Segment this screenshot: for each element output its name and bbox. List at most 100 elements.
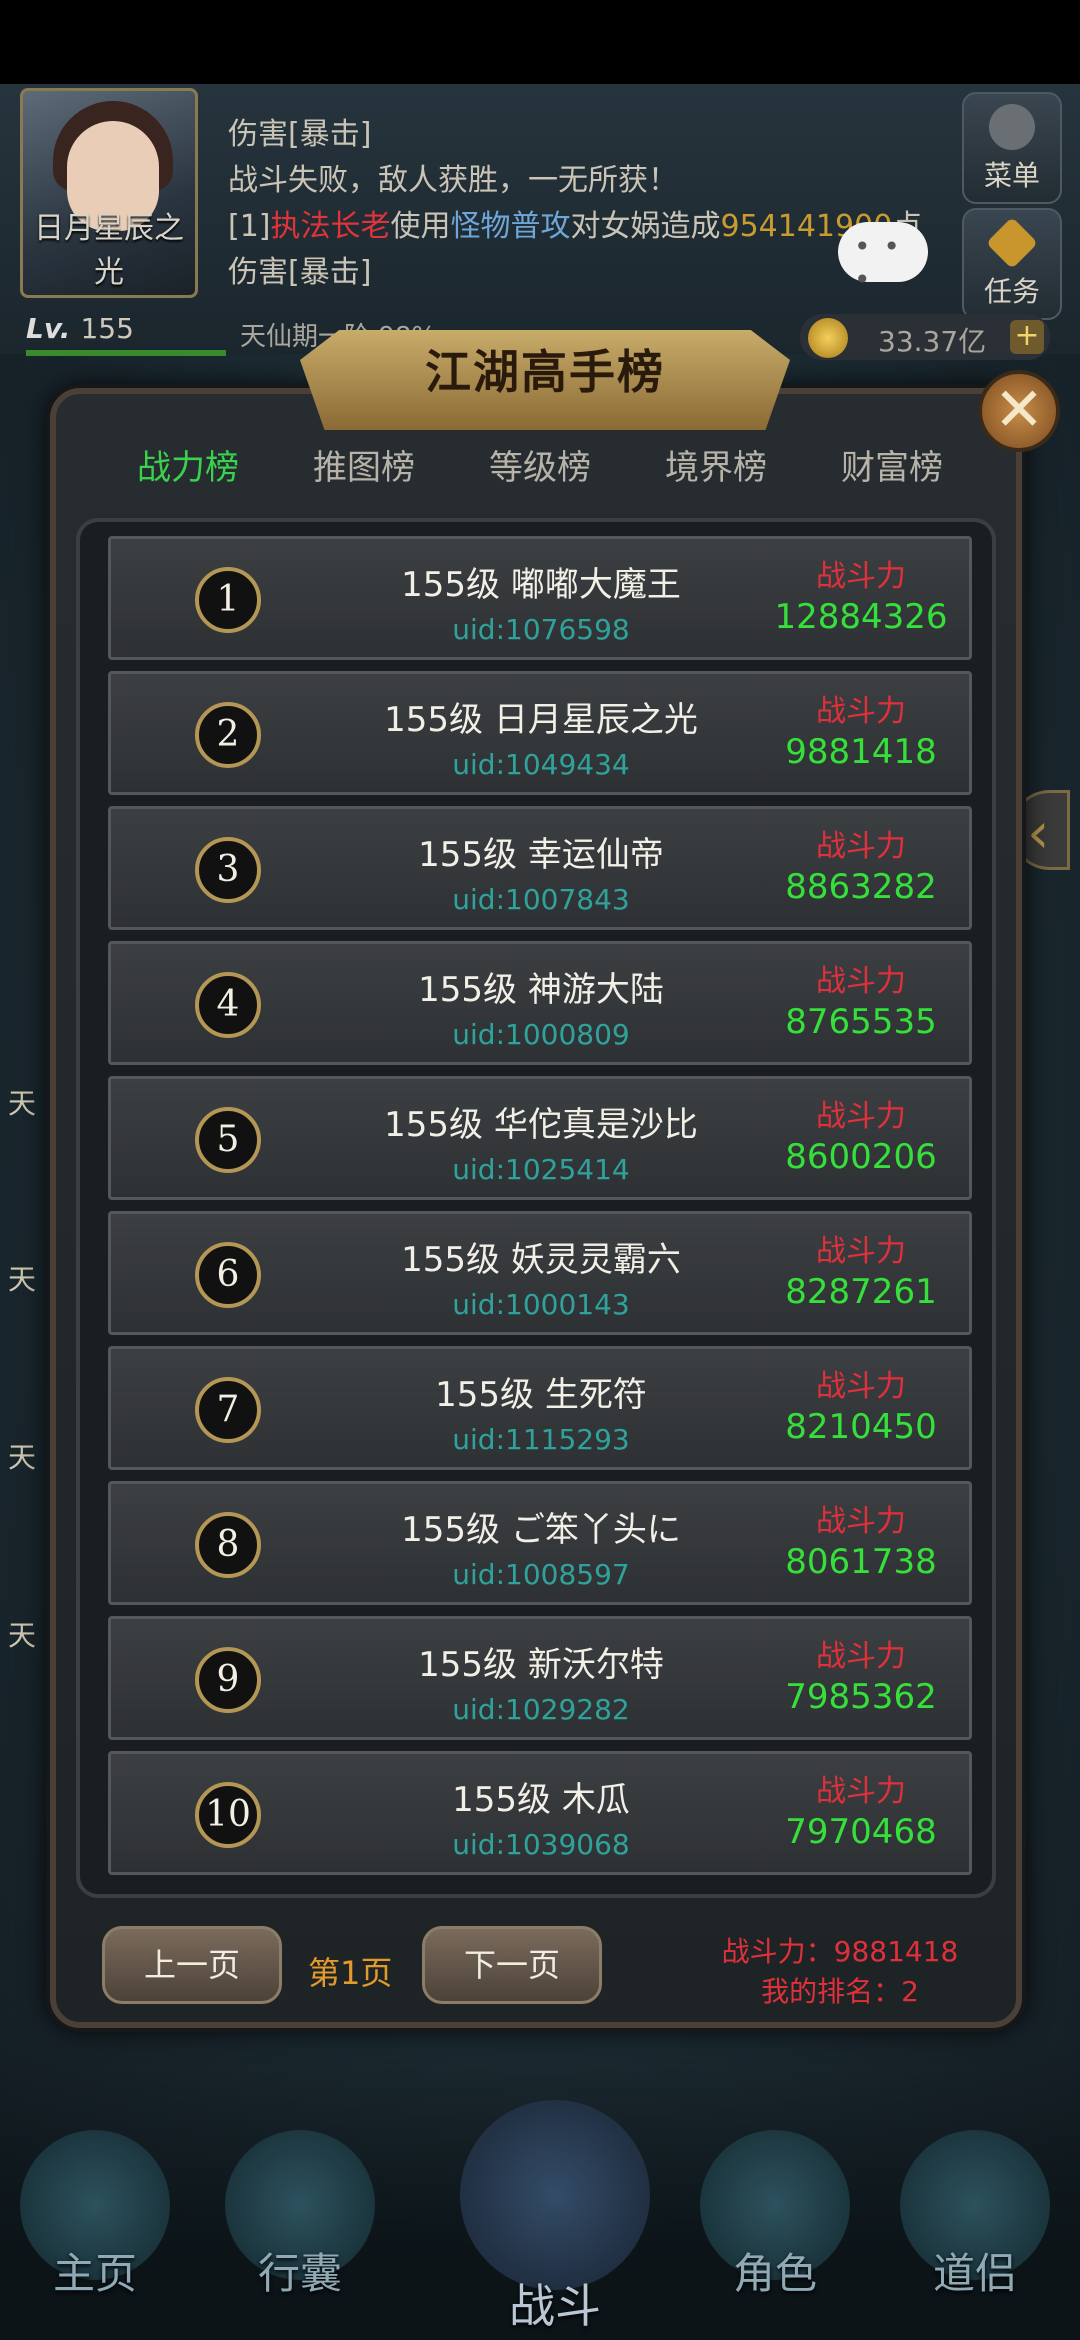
player-name-label: 155级 生死符: [435, 1375, 647, 1415]
page-indicator: 第1页: [308, 1954, 393, 1992]
player-name-label: 155级 幸运仙帝: [418, 835, 664, 875]
ranking-row[interactable]: 3 155级 幸运仙帝 uid:1007843 战斗力 8863282: [108, 806, 972, 930]
chat-actor: 执法长老: [270, 209, 391, 244]
power-label: 战斗力: [816, 1639, 906, 1674]
ranking-row[interactable]: 10 155级 木瓜 uid:1039068 战斗力 7970468: [108, 1751, 972, 1875]
battle-chat-log[interactable]: 伤害[暴击] 战斗失败，敌人获胜，一无所获！ [1]执法长老使用怪物普攻对女娲造…: [228, 112, 948, 296]
tab-wealth[interactable]: 财富榜: [804, 438, 980, 498]
power-label: 战斗力: [816, 829, 906, 864]
player-uid: uid:1076598: [452, 613, 630, 646]
ranking-row[interactable]: 2 155级 日月星辰之光 uid:1049434 战斗力 9881418: [108, 671, 972, 795]
menu-label: 菜单: [983, 159, 1040, 192]
ranking-row[interactable]: 7 155级 生死符 uid:1115293 战斗力 8210450: [108, 1346, 972, 1470]
close-button[interactable]: ✕: [978, 370, 1060, 452]
ranking-row[interactable]: 8 155级 ご笨丫头に uid:1008597 战斗力 8061738: [108, 1481, 972, 1605]
add-gold-button[interactable]: +: [1010, 320, 1044, 354]
rank-badge: 7: [195, 1377, 261, 1443]
chat-verb: 使用: [390, 209, 451, 244]
rank-badge: 4: [195, 972, 261, 1038]
player-uid: uid:1049434: [452, 748, 630, 781]
ranking-row[interactable]: 5 155级 华佗真是沙比 uid:1025414 战斗力 8600206: [108, 1076, 972, 1200]
rank-badge: 9: [195, 1647, 261, 1713]
level-exp-bar: [26, 350, 226, 356]
side-label-2: 天: [8, 1263, 37, 1296]
leaderboard-footer: 上一页 第1页 下一页 战斗力：9881418 我的排名：2: [100, 1920, 980, 2010]
tab-stage[interactable]: 推图榜: [276, 438, 452, 498]
menu-button[interactable]: 菜单: [962, 92, 1062, 204]
power-value: 8600206: [771, 1135, 951, 1183]
player-uid: uid:1029282: [452, 1693, 630, 1726]
bottom-nav: 主页 行囊 战斗 角色 道侣: [0, 2090, 1080, 2340]
my-power: 战斗力：9881418: [721, 1935, 959, 1968]
side-label-3: 天: [8, 1441, 37, 1474]
player-uid: uid:1007843: [452, 883, 630, 916]
prev-page-button[interactable]: 上一页: [102, 1926, 282, 2004]
player-name-label: 155级 ご笨丫头に: [401, 1510, 681, 1550]
ranking-row[interactable]: 9 155级 新沃尔特 uid:1029282 战斗力 7985362: [108, 1616, 972, 1740]
power-value: 8061738: [771, 1540, 951, 1588]
player-name-label: 155级 妖灵灵霸六: [401, 1240, 681, 1280]
chat-index: [1]: [228, 209, 271, 244]
power-label: 战斗力: [816, 559, 906, 594]
chat-line-2: 战斗失败，敌人获胜，一无所获！: [228, 163, 678, 198]
tab-power[interactable]: 战力榜: [100, 438, 276, 498]
ranking-row[interactable]: 4 155级 神游大陆 uid:1000809 战斗力 8765535: [108, 941, 972, 1065]
rank-badge: 3: [195, 837, 261, 903]
chat-line-1: 伤害[暴击]: [228, 117, 372, 152]
leaderboard-tabs: 战力榜 推图榜 等级榜 境界榜 财富榜: [100, 438, 980, 498]
power-value: 8863282: [771, 865, 951, 913]
tab-realm[interactable]: 境界榜: [628, 438, 804, 498]
side-label-1: 天: [8, 1087, 37, 1120]
ranking-row[interactable]: 6 155级 妖灵灵霸六 uid:1000143 战斗力 8287261: [108, 1211, 972, 1335]
ranking-row[interactable]: 1 155级 嘟嘟大魔王 uid:1076598 战斗力 12884326: [108, 536, 972, 660]
power-value: 12884326: [771, 595, 951, 643]
player-name-label: 155级 神游大陆: [418, 970, 664, 1010]
level-prefix: Lv.: [26, 312, 71, 345]
tab-level[interactable]: 等级榜: [452, 438, 628, 498]
player-name: 日月星辰之光: [34, 211, 184, 290]
panel-title: 江湖高手榜: [425, 345, 665, 399]
power-label: 战斗力: [816, 964, 906, 999]
rank-badge: 8: [195, 1512, 261, 1578]
nav-home-label: 主页: [52, 2249, 137, 2298]
coin-icon: [808, 318, 848, 358]
rank-badge: 5: [195, 1107, 261, 1173]
power-value: 7985362: [771, 1675, 951, 1723]
chat-bubble-icon[interactable]: [838, 222, 928, 296]
level-value: 155: [80, 312, 134, 345]
gold-display: 33.37亿 +: [800, 314, 1050, 360]
battle-icon: [460, 2100, 650, 2290]
power-label: 战斗力: [816, 1504, 906, 1539]
power-value: 7970468: [771, 1810, 951, 1858]
power-value: 8287261: [771, 1270, 951, 1318]
nav-battle-label: 战斗: [509, 2279, 601, 2333]
player-uid: uid:1025414: [452, 1153, 630, 1186]
player-name-label: 155级 日月星辰之光: [384, 700, 698, 740]
rank-badge: 6: [195, 1242, 261, 1308]
gold-value: 33.37亿: [878, 325, 987, 358]
task-button[interactable]: 任务: [962, 208, 1062, 320]
player-uid: uid:1008597: [452, 1558, 630, 1591]
nav-bag[interactable]: 行囊: [205, 2120, 395, 2320]
rank-badge: 10: [195, 1782, 261, 1848]
task-label: 任务: [983, 275, 1040, 308]
player-avatar[interactable]: 日月星辰之光: [20, 88, 198, 298]
chat-target: 对女娲造成: [570, 209, 721, 244]
player-name-label: 155级 嘟嘟大魔王: [401, 565, 681, 605]
power-label: 战斗力: [816, 1234, 906, 1269]
power-label: 战斗力: [816, 1099, 906, 1134]
nav-character-label: 角色: [732, 2249, 817, 2298]
power-label: 战斗力: [816, 1774, 906, 1809]
gear-icon: [989, 104, 1035, 150]
next-page-button[interactable]: 下一页: [422, 1926, 602, 2004]
task-icon: [985, 216, 1039, 270]
rank-badge: 2: [195, 702, 261, 768]
level-display: Lv. 155: [26, 312, 226, 354]
nav-character[interactable]: 角色: [680, 2120, 870, 2320]
nav-partner-label: 道侣: [932, 2249, 1017, 2298]
nav-home[interactable]: 主页: [0, 2120, 190, 2320]
nav-partner[interactable]: 道侣: [880, 2120, 1070, 2320]
player-name-label: 155级 新沃尔特: [418, 1645, 664, 1685]
nav-battle[interactable]: 战斗: [460, 2100, 650, 2333]
power-value: 8765535: [771, 1000, 951, 1048]
